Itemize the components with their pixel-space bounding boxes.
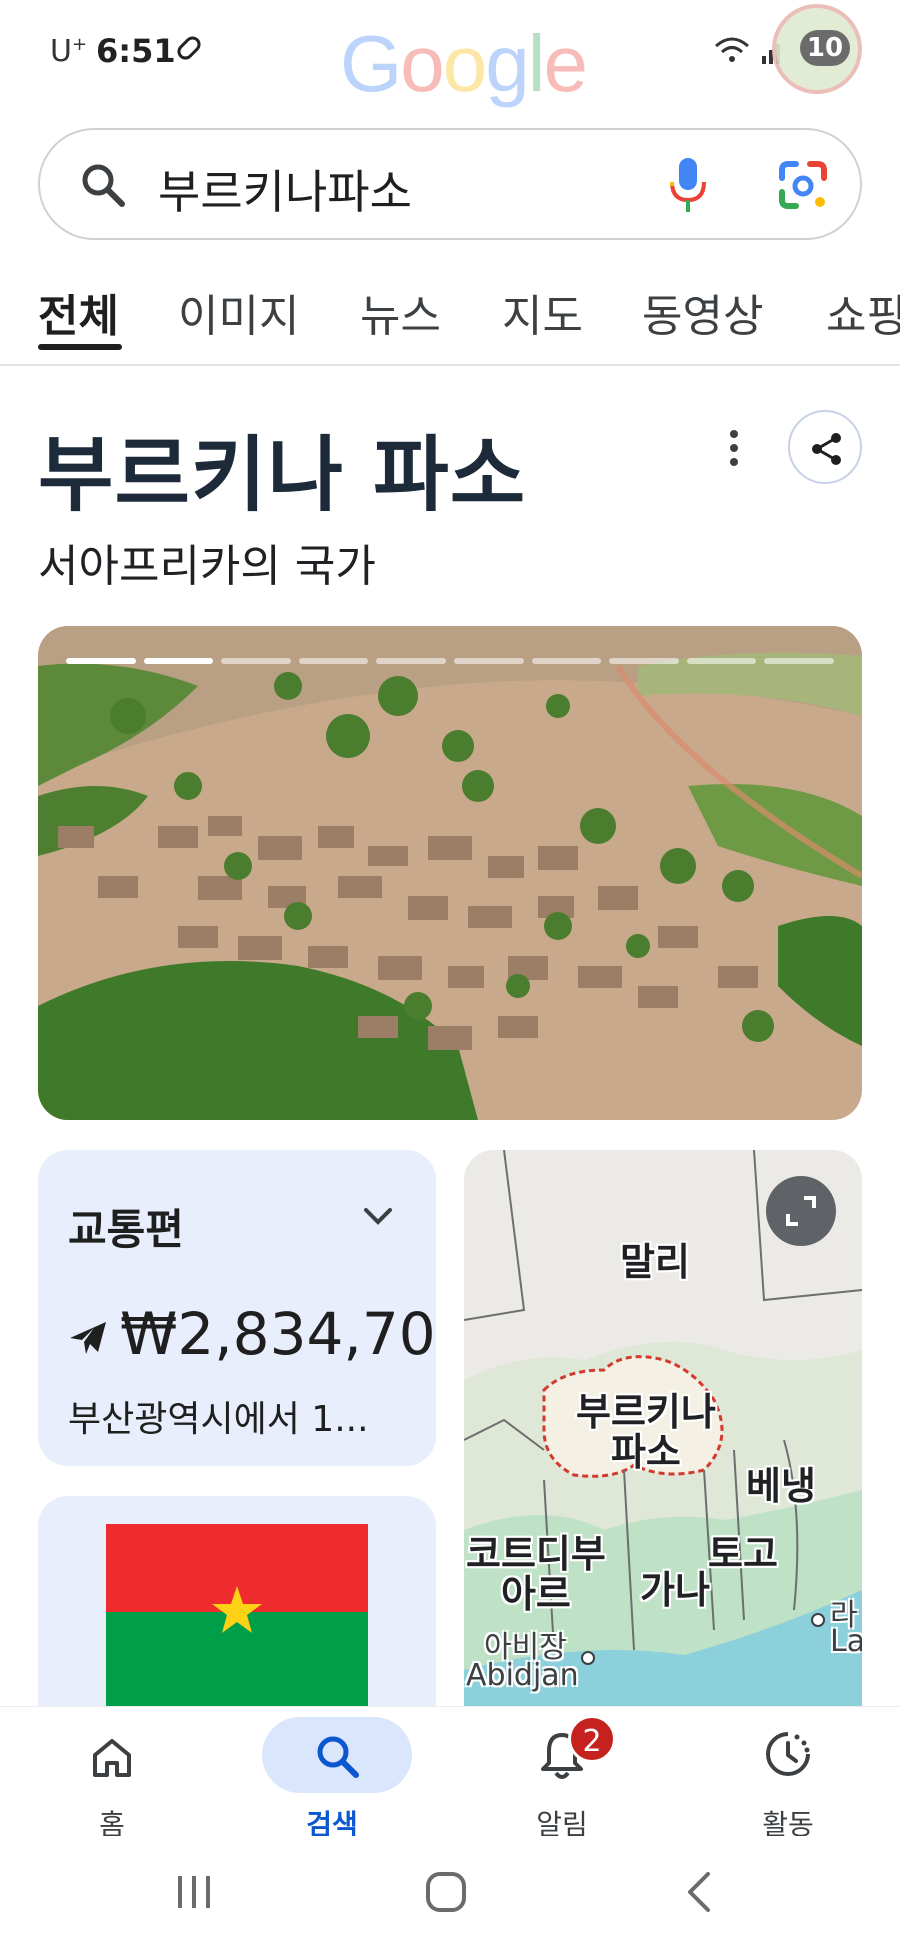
carousel-progress	[66, 658, 834, 664]
carrier-label: U+	[50, 34, 88, 69]
system-navigation-bar	[0, 1836, 900, 1950]
map-label-togo: 토고	[708, 1532, 778, 1576]
flights-label: 교통편	[68, 1205, 184, 1254]
share-icon	[812, 433, 841, 465]
activity-icon	[766, 1732, 810, 1776]
flight-route: 부산광역시에서 1...	[68, 1399, 369, 1440]
search-icon	[82, 164, 125, 207]
flag-card[interactable]	[38, 1496, 436, 1706]
tab-images[interactable]: 이미지	[178, 280, 299, 344]
map-card[interactable]: 말리 부르키나 파소 베냉 코트디부 아르 토고 가나 아비장 Abidjan …	[464, 1150, 862, 1706]
tab-all[interactable]: 전체	[38, 280, 119, 344]
back-icon[interactable]	[684, 1870, 714, 1914]
status-bar: U+ 6:51 Google 10	[0, 0, 900, 108]
map-label-ivory-coast: 코트디부 아르	[466, 1532, 606, 1616]
active-tab-indicator	[38, 344, 122, 350]
flight-price: ₩2,834,700	[120, 1300, 436, 1368]
map-label-benin: 베냉	[746, 1464, 816, 1508]
notification-badge: 2	[568, 1715, 616, 1763]
nav-home[interactable]: 홈	[32, 1707, 192, 1841]
hero-image[interactable]	[38, 626, 862, 1120]
entity-subtitle: 서아프리카의 국가	[38, 541, 376, 592]
search-bar[interactable]: 부르키나파소	[38, 128, 862, 240]
search-input[interactable]: 부르키나파소	[158, 156, 412, 222]
tab-shopping[interactable]: 쇼핑	[826, 280, 900, 344]
microphone-icon[interactable]	[668, 156, 708, 216]
share-button[interactable]	[788, 410, 862, 484]
map-label-abidjan-en: Abidjan	[466, 1658, 579, 1693]
search-icon	[317, 1736, 359, 1778]
bottom-navigation: 홈 검색 2 알림 활동	[0, 1706, 900, 1841]
recent-apps-icon[interactable]	[174, 1872, 214, 1912]
battery-badge: 10	[800, 30, 850, 66]
google-logo: Google	[340, 19, 588, 108]
map-label-ghana: 가나	[640, 1568, 710, 1612]
village-aerial-photo	[38, 626, 862, 1120]
entity-title: 부르키나 파소	[38, 428, 527, 523]
expand-icon	[786, 1196, 816, 1226]
pill-icon	[174, 33, 204, 63]
tab-maps[interactable]: 지도	[502, 280, 583, 344]
map-label-mali: 말리	[620, 1240, 690, 1284]
airplane-icon	[70, 1322, 106, 1354]
flights-card[interactable]: 교통편 ₩2,834,700 부산광역시에서 1...	[38, 1150, 436, 1466]
burkina-faso-flag	[106, 1524, 368, 1706]
search-tabs: 전체 이미지 뉴스 지도 동영상 쇼핑	[0, 270, 900, 366]
map-label-lagos-en: La	[830, 1624, 862, 1659]
google-lens-icon[interactable]	[776, 158, 830, 212]
home-icon	[93, 1739, 131, 1777]
status-time: 6:51	[96, 32, 176, 70]
nav-activity[interactable]: 활동	[708, 1707, 868, 1841]
home-button-icon[interactable]	[424, 1870, 468, 1914]
map-expand-button[interactable]	[766, 1176, 836, 1246]
tab-news[interactable]: 뉴스	[360, 280, 441, 344]
more-vert-icon[interactable]	[726, 428, 742, 468]
nav-search[interactable]: 검색	[252, 1707, 412, 1841]
tab-videos[interactable]: 동영상	[642, 280, 763, 344]
nav-notifications[interactable]: 2 알림	[482, 1707, 642, 1841]
map-label-burkina-faso: 부르키나 파소	[576, 1390, 716, 1474]
chevron-down-icon[interactable]	[362, 1206, 394, 1226]
